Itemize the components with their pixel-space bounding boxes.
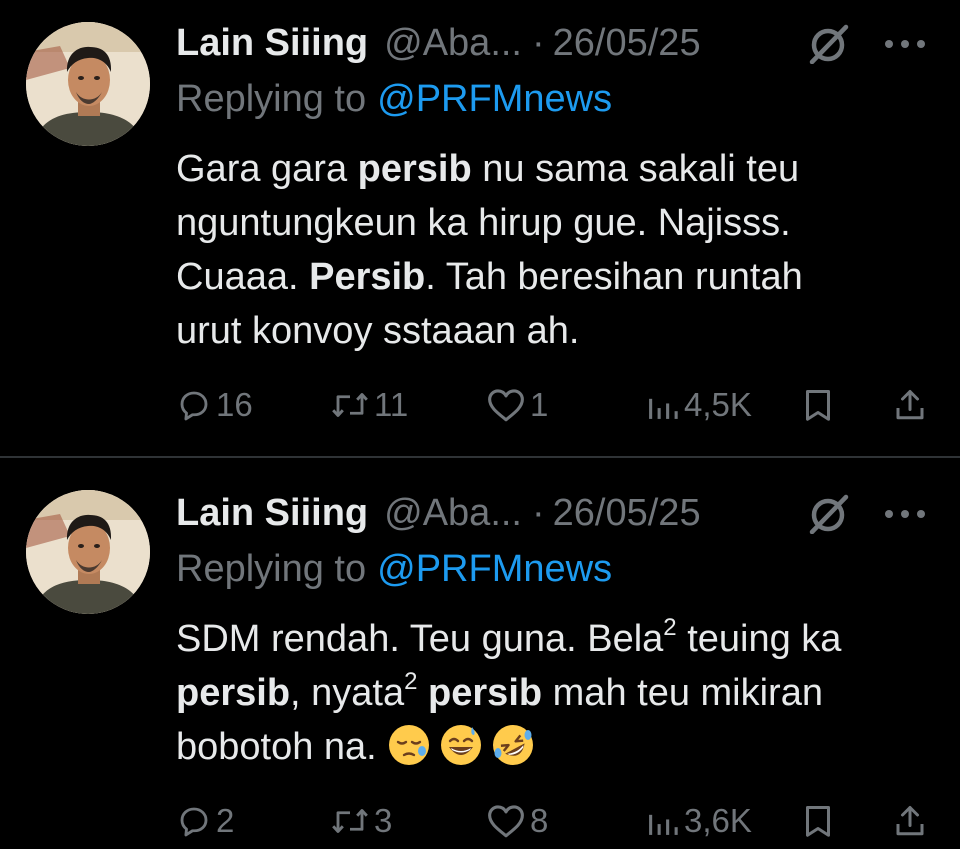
repost-count: 11 (374, 386, 409, 423)
text-run: . Tah beresihan runtah (425, 256, 803, 298)
mention-link[interactable]: @PRFMnews (377, 78, 612, 120)
more-icon[interactable] (882, 30, 928, 58)
bookmark-icon (806, 806, 830, 837)
share-icon (896, 806, 924, 836)
bookmark-button[interactable] (800, 381, 836, 429)
like-icon (488, 389, 524, 422)
tweet[interactable]: Lain Siiing @Aba... · 26/05/25 Replying … (0, 458, 960, 849)
more-icon[interactable] (882, 500, 928, 528)
tweet-text: Gara gara persib nu sama sakali teu ngunt… (176, 142, 936, 358)
tweet[interactable]: Lain Siiing @Aba... · 26/05/25 Replying … (0, 0, 960, 456)
tweet-header: Lain Siiing @Aba... · 26/05/25 (176, 20, 701, 66)
text-run (417, 672, 428, 714)
grok-icon[interactable] (806, 494, 852, 534)
like-count: 1 (530, 386, 549, 423)
repost-button[interactable]: 11 (330, 381, 408, 429)
reply-button[interactable]: 16 (176, 381, 253, 429)
action-bar: 16 11 1 4,5K (0, 381, 960, 429)
tweet-text-line: Gara gara persib nu sama sakali teu (176, 142, 936, 196)
views-count: 4,5K (684, 386, 752, 423)
tweet-text-line: SDM rendah. Teu guna. Bela2 teuing ka (176, 612, 936, 666)
timeline: Lain Siiing @Aba... · 26/05/25 Replying … (0, 0, 960, 849)
tweet-date[interactable]: 26/05/25 (553, 492, 701, 535)
views-count: 3,6K (684, 802, 752, 839)
reply-count: 2 (216, 802, 235, 839)
tweet-text: SDM rendah. Teu guna. Bela2 teuing ka per… (176, 612, 936, 774)
bold-keyword: persib (428, 672, 543, 714)
like-icon (488, 805, 524, 838)
replying-to: Replying to @PRFMnews (176, 78, 612, 124)
share-icon (896, 390, 924, 420)
views-button[interactable]: 4,5K (646, 381, 752, 429)
views-icon (649, 814, 678, 835)
tweet-header: Lain Siiing @Aba... · 26/05/25 (176, 490, 701, 536)
avatar[interactable] (26, 490, 150, 614)
tweet-date[interactable]: 26/05/25 (553, 22, 701, 65)
superscript: 2 (663, 614, 677, 641)
superscript: 2 (404, 668, 418, 695)
repost-icon (332, 809, 368, 833)
views-button[interactable]: 3,6K (646, 797, 752, 845)
views-icon (649, 398, 678, 419)
share-button[interactable] (892, 797, 928, 845)
tweet-text-line: Cuaaa. Persib. Tah beresihan runtah (176, 250, 936, 304)
grok-icon[interactable] (806, 24, 852, 64)
text-run: SDM rendah. Teu guna. Bela (176, 618, 664, 660)
text-run: urut konvoy sstaaan ah. (176, 310, 580, 352)
like-button[interactable]: 8 (486, 797, 548, 845)
author-handle[interactable]: @Aba... (384, 492, 522, 535)
text-run: Cuaaa. (176, 256, 310, 298)
repost-button[interactable]: 3 (330, 797, 392, 845)
grinning-face-with-sweat-emoji (441, 725, 482, 765)
text-run: , nyata (290, 672, 405, 714)
bookmark-button[interactable] (800, 797, 836, 845)
reply-icon (180, 391, 208, 421)
tweet-text-line: persib, nyata2 persib mah teu mikiran (176, 666, 936, 720)
reply-icon (180, 807, 208, 837)
text-run: mah teu mikiran (542, 672, 823, 714)
text-run: Gara gara (176, 148, 358, 190)
text-run: nguntungkeun ka hirup gue. Najisss. (176, 202, 791, 244)
reply-button[interactable]: 2 (176, 797, 234, 845)
text-run: nu sama sakali teu (471, 148, 800, 190)
share-button[interactable] (892, 381, 928, 429)
sleepy-face-emoji (389, 725, 430, 765)
bold-keyword: persib (357, 148, 472, 190)
author-name[interactable]: Lain Siiing (176, 22, 368, 65)
text-run: bobotoh na. (176, 726, 388, 768)
bold-keyword: persib (176, 672, 291, 714)
repost-count: 3 (374, 802, 393, 839)
tweet-text-line: nguntungkeun ka hirup gue. Najisss. (176, 196, 936, 250)
text-run: teuing ka (676, 618, 842, 660)
replying-label: Replying to (176, 78, 367, 120)
author-name[interactable]: Lain Siiing (176, 492, 368, 535)
like-button[interactable]: 1 (486, 381, 548, 429)
bookmark-icon (806, 390, 830, 421)
bold-keyword: Persib (309, 256, 426, 298)
tweet-text-line: urut konvoy sstaaan ah. (176, 304, 936, 358)
author-handle[interactable]: @Aba... (384, 22, 522, 65)
separator-dot: · (532, 21, 545, 64)
separator-dot: · (532, 491, 545, 534)
tweet-text-line: bobotoh na. (176, 720, 936, 774)
avatar[interactable] (26, 22, 150, 146)
replying-label: Replying to (176, 548, 367, 590)
mention-link[interactable]: @PRFMnews (377, 548, 612, 590)
repost-icon (332, 393, 368, 417)
replying-to: Replying to @PRFMnews (176, 548, 612, 594)
rolling-on-floor-laughing-emoji (493, 725, 534, 765)
action-bar: 2 3 8 3,6K (0, 797, 960, 845)
like-count: 8 (530, 802, 549, 839)
reply-count: 16 (216, 386, 253, 423)
